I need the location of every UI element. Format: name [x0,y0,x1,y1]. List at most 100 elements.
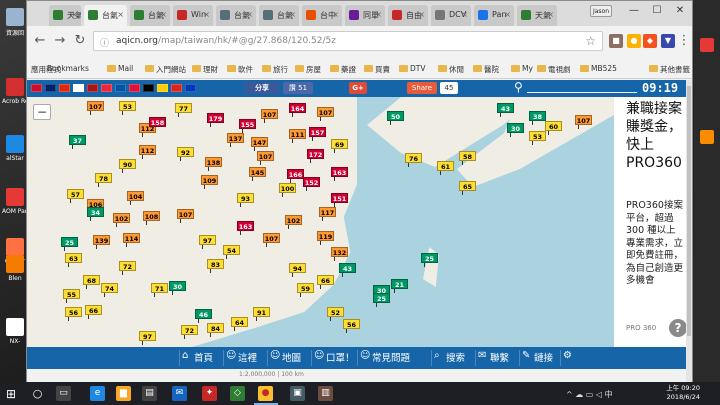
language-flag-icon[interactable] [171,84,182,92]
page-scrollbar[interactable] [686,80,692,382]
browser-tab[interactable]: 台氣 × [259,5,299,26]
aqi-marker[interactable]: 138 [205,157,222,171]
browser-tab[interactable]: 台中 × [302,5,342,26]
browser-tab[interactable]: 同單 × [345,5,385,26]
store-icon[interactable]: ▤ [142,386,157,401]
aqi-marker[interactable]: 97 [139,331,156,345]
aqi-marker[interactable]: 61 [437,161,454,175]
aqi-marker[interactable]: 108 [143,211,160,225]
aqi-marker[interactable]: 102 [285,215,302,229]
aqi-marker[interactable]: 25 [373,293,390,307]
close-button[interactable]: ✕ [670,5,690,16]
close-tab-icon[interactable]: × [71,10,78,19]
aqi-marker[interactable]: 74 [101,283,118,297]
aqi-marker[interactable]: 90 [119,159,136,173]
aqi-marker[interactable]: 164 [289,103,306,117]
language-flag-icon[interactable] [73,84,84,92]
bookmark-item[interactable]: 房屋 [295,64,321,75]
app-icon[interactable] [700,38,714,52]
aqi-marker[interactable]: 119 [317,231,334,245]
aqi-marker[interactable]: 102 [113,213,130,227]
bookmark-item[interactable]: 其他書籤 [649,64,690,75]
bookmark-item[interactable]: 軟件 [227,64,253,75]
desktop-shortcut[interactable]: alStar [2,135,28,175]
browser-tab[interactable]: 台氣 × [130,5,170,26]
aqi-marker[interactable]: 50 [387,111,404,125]
search-input[interactable] [527,92,637,93]
aqi-marker[interactable]: 139 [93,235,110,249]
browser-tab[interactable]: 台氣 × [216,5,256,26]
desktop-shortcut[interactable]: 資源回 [2,8,28,48]
app-icon[interactable]: ✦ [202,386,217,401]
bookmark-item[interactable]: 入門網站 [145,64,186,75]
aqi-marker[interactable]: 172 [307,149,324,163]
menu-icon[interactable]: ⋮ [675,32,693,50]
extension-icon[interactable]: ◆ [643,34,657,48]
close-tab-icon[interactable]: × [547,10,554,19]
user-chip[interactable]: Jason [590,5,612,17]
language-flag-icon[interactable] [185,84,196,92]
aqi-marker[interactable]: 152 [303,177,320,191]
aqi-marker[interactable]: 54 [223,245,240,259]
bookmark-star-icon[interactable]: ☆ [585,34,596,48]
language-flag-icon[interactable] [31,84,42,92]
aqi-marker[interactable]: 163 [331,167,348,181]
task-view-icon[interactable]: ▭ [56,386,71,401]
aqi-marker[interactable]: 166 [287,169,304,183]
aqi-marker[interactable]: 107 [263,233,280,247]
bookmark-item[interactable]: My [511,64,533,73]
browser-tab[interactable]: 台氣 × [84,5,127,26]
help-button[interactable]: ? [669,319,686,337]
extension-icon[interactable]: ● [627,34,641,48]
aqi-marker[interactable]: 107 [261,109,278,123]
aqi-marker[interactable]: 59 [297,283,314,297]
aqi-marker[interactable]: 72 [181,325,198,339]
bookmark-item[interactable]: 醫院 [473,64,499,75]
aqi-marker[interactable]: 92 [177,147,194,161]
bookmark-item[interactable]: 旅行 [262,64,288,75]
aqi-marker[interactable]: 107 [317,107,334,121]
aqi-marker[interactable]: 155 [239,119,256,133]
browser-tab[interactable]: Pan × [474,5,514,26]
aqi-marker[interactable]: 56 [65,307,82,321]
nav-item[interactable]: ☺ 這裡 [223,350,257,366]
close-tab-icon[interactable]: × [504,10,511,19]
nav-item[interactable]: ⌕ 搜索 [431,350,465,366]
gplus-button[interactable]: G+ [349,82,367,94]
aqi-marker[interactable]: 114 [123,233,140,247]
aqi-marker[interactable]: 107 [177,209,194,223]
forward-icon[interactable]: → [51,32,69,50]
close-tab-icon[interactable]: × [461,10,468,19]
bookmark-item[interactable]: 電視劇 [537,64,571,75]
aqi-marker[interactable]: 25 [421,253,438,267]
language-flag-icon[interactable] [45,84,56,92]
share-button[interactable]: Share [407,82,437,94]
browser-tab[interactable]: 天氣 × [49,5,81,26]
back-icon[interactable]: ← [31,32,49,50]
ad-headline[interactable]: 兼職接案賺獎金，快上PRO360 [626,100,684,172]
close-tab-icon[interactable]: × [418,10,425,19]
app-icon[interactable]: ◇ [230,386,245,401]
aqi-marker[interactable]: 107 [257,151,274,165]
aqi-marker[interactable]: 38 [529,111,546,125]
bookmark-item[interactable]: Mail [107,64,133,73]
desktop-shortcut[interactable]: AOM Partiti [2,188,28,228]
info-icon[interactable]: ⓘ [100,36,109,49]
app-icon[interactable] [700,130,714,144]
scrollbar-thumb[interactable] [687,86,691,336]
bookmark-item[interactable]: DTV [399,64,426,73]
aqi-marker[interactable]: 65 [459,181,476,195]
nav-item[interactable]: ✎ 鏈接 [519,350,553,366]
aqi-map[interactable]: − 107 53 77 179 155 107 164 107 112 158 137 147 111 1… [27,97,614,347]
aqi-marker[interactable]: 151 [331,193,348,207]
taskbar-clock[interactable]: 上午 09:20 2018/6/24 [650,384,700,402]
aqi-marker[interactable]: 112 [139,145,156,159]
aqi-marker[interactable]: 37 [69,135,86,149]
nav-item[interactable]: ⚙ [560,350,575,366]
aqi-marker[interactable]: 53 [529,131,546,145]
start-icon[interactable]: ⊞ [6,387,16,401]
aqi-marker[interactable]: 109 [201,175,218,189]
desktop-shortcut[interactable]: Acrob Reade [2,78,28,118]
aqi-marker[interactable]: 30 [507,123,524,137]
aqi-marker[interactable]: 64 [231,317,248,331]
